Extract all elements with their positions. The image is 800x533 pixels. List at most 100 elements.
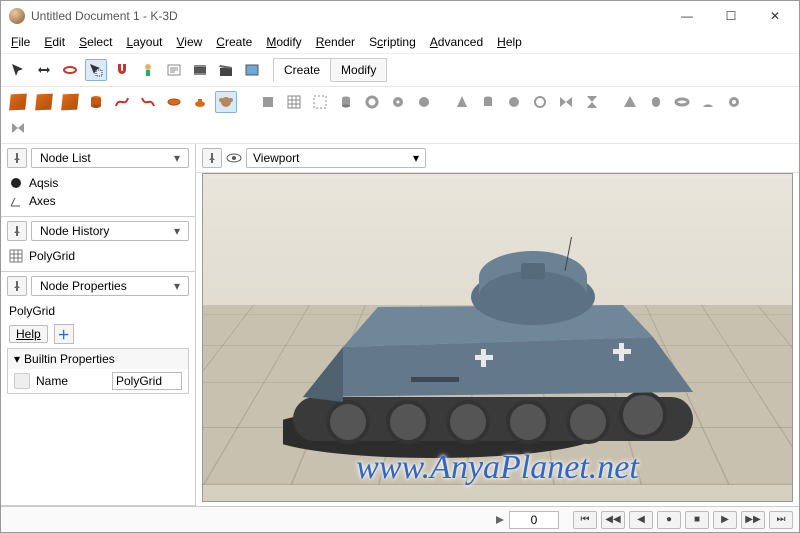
property-name: Name <box>36 374 106 388</box>
panel-node-list: Node List▾ Aqsis Axes <box>1 144 195 217</box>
prim-circle[interactable] <box>413 91 435 113</box>
menu-create[interactable]: Create <box>216 35 252 49</box>
tank-model <box>283 237 713 477</box>
menu-file[interactable]: File <box>11 35 30 49</box>
prim-bowtie-2[interactable] <box>7 117 29 139</box>
grid-icon <box>9 249 23 263</box>
prim-cube-3[interactable] <box>59 91 81 113</box>
viewport-area: Viewport▾ <box>196 144 799 506</box>
window-title: Untitled Document 1 - K-3D <box>31 9 178 23</box>
properties-section-header[interactable]: ▾ Builtin Properties <box>8 349 188 369</box>
menu-view[interactable]: View <box>176 35 202 49</box>
menu-help[interactable]: Help <box>497 35 522 49</box>
nav-next-button[interactable]: ▶ <box>713 511 737 529</box>
viewport-canvas[interactable]: www.AnyaPlanet.net <box>202 173 793 502</box>
prim-cylinder-2[interactable] <box>477 91 499 113</box>
statusbar: ⏮ ◀◀ ◀ ● ■ ▶ ▶▶ ⏭ <box>1 506 799 532</box>
property-value-input[interactable] <box>112 372 182 390</box>
prim-ring[interactable] <box>361 91 383 113</box>
tab-modify[interactable]: Modify <box>331 58 387 82</box>
list-item[interactable]: Aqsis <box>9 174 187 192</box>
panel-node-history: Node History▾ PolyGrid <box>1 217 195 272</box>
menu-layout[interactable]: Layout <box>126 35 162 49</box>
tool-render[interactable] <box>241 59 263 81</box>
prim-monkey[interactable] <box>215 91 237 113</box>
prim-curve-2[interactable] <box>137 91 159 113</box>
pin-icon[interactable] <box>7 148 27 168</box>
tool-pointer[interactable] <box>7 59 29 81</box>
frame-number-input[interactable] <box>509 511 559 529</box>
menu-render[interactable]: Render <box>316 35 355 49</box>
nav-record-button[interactable]: ● <box>657 511 681 529</box>
list-item[interactable]: Axes <box>9 192 187 210</box>
axes-icon <box>9 194 23 208</box>
eye-icon <box>226 150 242 166</box>
prim-donut[interactable] <box>723 91 745 113</box>
menu-edit[interactable]: Edit <box>44 35 65 49</box>
menu-scripting[interactable]: Scripting <box>369 35 416 49</box>
tool-gizmo[interactable] <box>137 59 159 81</box>
tool-film[interactable] <box>189 59 211 81</box>
node-history-dropdown[interactable]: Node History▾ <box>31 221 189 241</box>
menu-advanced[interactable]: Advanced <box>430 35 483 49</box>
menu-modify[interactable]: Modify <box>266 35 301 49</box>
pin-icon[interactable] <box>202 148 222 168</box>
toolbar-primitives <box>1 87 799 144</box>
property-connector-icon[interactable] <box>14 373 30 389</box>
node-properties-dropdown[interactable]: Node Properties▾ <box>31 276 189 296</box>
list-item[interactable]: PolyGrid <box>9 247 187 265</box>
prim-hourglass[interactable] <box>581 91 603 113</box>
tool-move[interactable] <box>33 59 55 81</box>
pin-icon[interactable] <box>7 221 27 241</box>
prim-select-dashed[interactable] <box>309 91 331 113</box>
tool-torus[interactable] <box>59 59 81 81</box>
prim-torus[interactable] <box>163 91 185 113</box>
prim-pill[interactable] <box>645 91 667 113</box>
prim-cylinder[interactable] <box>85 91 107 113</box>
triangle-down-icon: ▾ <box>14 352 20 366</box>
prim-grid[interactable] <box>283 91 305 113</box>
prim-arc[interactable] <box>697 91 719 113</box>
help-button[interactable]: Help <box>9 325 48 343</box>
nav-last-button[interactable]: ⏭ <box>769 511 793 529</box>
property-row: Name <box>8 369 188 393</box>
prim-gray-cylinder[interactable] <box>335 91 357 113</box>
minimize-button[interactable]: — <box>665 2 709 30</box>
prim-curve-1[interactable] <box>111 91 133 113</box>
prim-pyramid[interactable] <box>619 91 641 113</box>
prim-disc[interactable] <box>387 91 409 113</box>
add-property-button[interactable]: ＋ <box>54 324 74 344</box>
prim-sphere[interactable] <box>503 91 525 113</box>
prim-cube-2[interactable] <box>33 91 55 113</box>
list-item-label: PolyGrid <box>29 249 75 263</box>
menu-select[interactable]: Select <box>79 35 112 49</box>
tool-magnet[interactable] <box>111 59 133 81</box>
prim-ring-2[interactable] <box>529 91 551 113</box>
tool-script[interactable] <box>163 59 185 81</box>
tool-select-box[interactable] <box>85 59 107 81</box>
nav-forward-button[interactable]: ▶▶ <box>741 511 765 529</box>
tab-create[interactable]: Create <box>273 58 331 82</box>
tool-tabs: Create Modify <box>273 58 387 82</box>
tool-clapper[interactable] <box>215 59 237 81</box>
prim-halfmoon[interactable] <box>749 91 771 113</box>
nav-first-button[interactable]: ⏮ <box>573 511 597 529</box>
node-list-dropdown[interactable]: Node List▾ <box>31 148 189 168</box>
prim-cube-1[interactable] <box>7 91 29 113</box>
nav-prev-button[interactable]: ◀ <box>629 511 653 529</box>
prim-gray-cube[interactable] <box>257 91 279 113</box>
prim-bowtie[interactable] <box>555 91 577 113</box>
nav-stop-button[interactable]: ■ <box>685 511 709 529</box>
pin-icon[interactable] <box>7 276 27 296</box>
viewport-dropdown[interactable]: Viewport▾ <box>246 148 426 168</box>
sphere-icon <box>9 176 23 190</box>
nav-rewind-button[interactable]: ◀◀ <box>601 511 625 529</box>
maximize-button[interactable]: ☐ <box>709 2 753 30</box>
prim-cone[interactable] <box>451 91 473 113</box>
prim-teapot[interactable] <box>189 91 211 113</box>
toolbar-main: Create Modify <box>1 53 799 87</box>
prim-torus-g[interactable] <box>671 91 693 113</box>
close-button[interactable]: ✕ <box>753 2 797 30</box>
play-icon[interactable] <box>495 515 505 525</box>
app-icon <box>9 8 25 24</box>
